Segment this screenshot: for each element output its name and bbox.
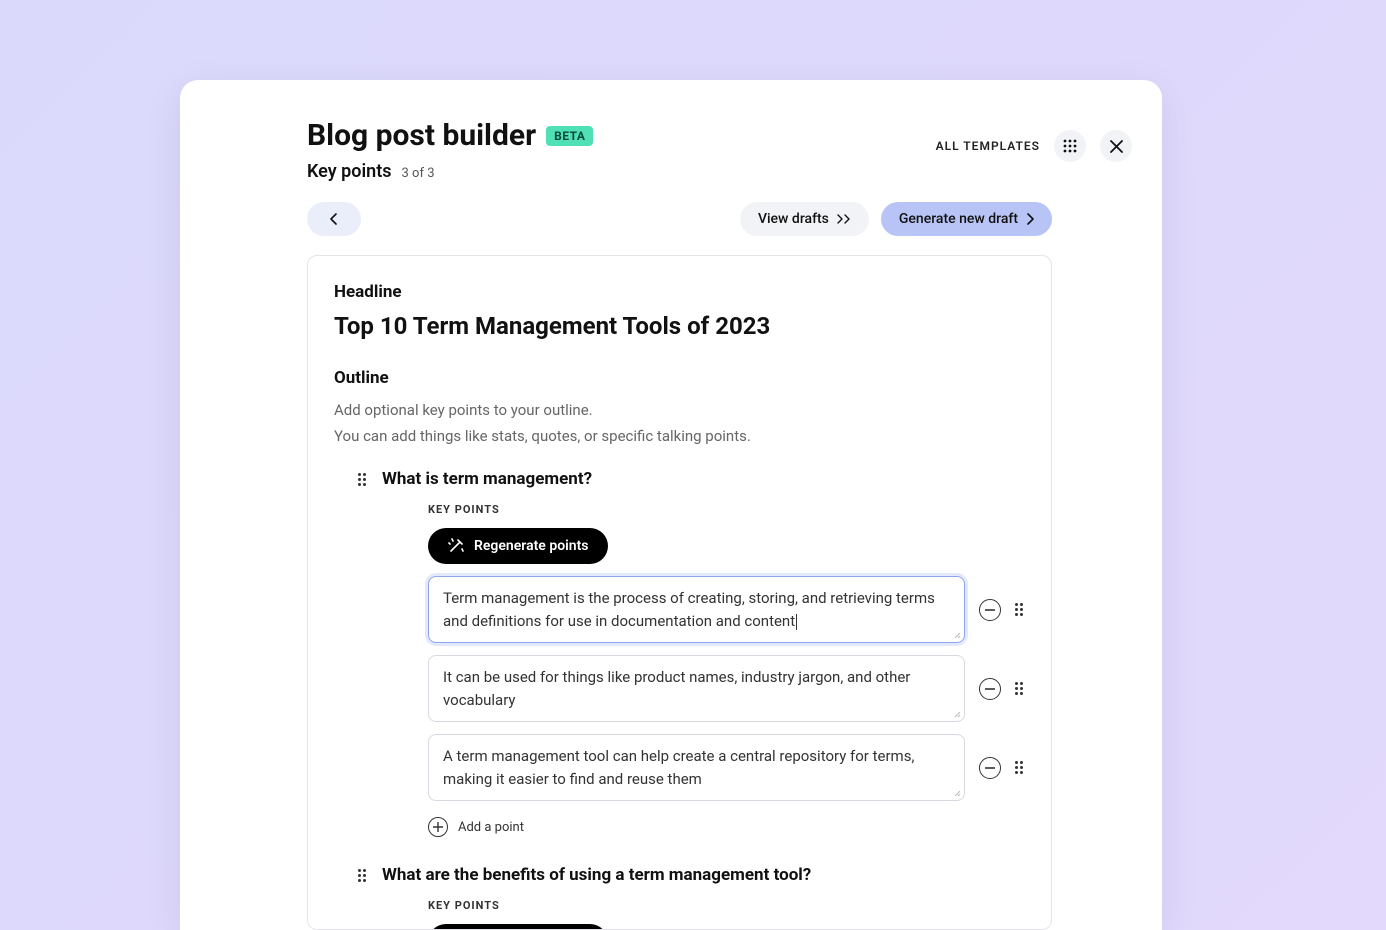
minus-icon	[985, 767, 995, 769]
key-point-row: It can be used for things like product n…	[428, 655, 1025, 722]
close-icon	[1110, 140, 1123, 153]
resize-grip-icon[interactable]	[951, 629, 961, 639]
double-chevron-right-icon	[837, 214, 851, 224]
add-point-button[interactable]: Add a point	[428, 817, 1025, 837]
generate-draft-button[interactable]: Generate new draft	[881, 202, 1052, 236]
key-point-text: It can be used for things like product n…	[443, 668, 910, 709]
remove-point-button[interactable]	[979, 599, 1001, 621]
drag-handle-icon[interactable]	[1015, 603, 1025, 616]
add-point-label: Add a point	[458, 820, 524, 835]
headline-label: Headline	[334, 282, 1025, 302]
drag-handle-icon[interactable]	[1015, 761, 1025, 774]
regenerate-points-button[interactable]: Regenerate points	[428, 528, 608, 564]
beta-badge: BETA	[546, 126, 593, 146]
headline-text[interactable]: Top 10 Term Management Tools of 2023	[334, 312, 1025, 340]
page-title: Blog post builder	[307, 118, 536, 153]
minus-icon	[985, 688, 995, 690]
outline-description-2: You can add things like stats, quotes, o…	[334, 424, 1025, 450]
grid-icon-button[interactable]	[1054, 130, 1086, 162]
outline-question[interactable]: What are the benefits of using a term ma…	[382, 865, 811, 885]
key-point-input[interactable]: It can be used for things like product n…	[428, 655, 965, 722]
step-counter: 3 of 3	[402, 166, 435, 181]
outline-label: Outline	[334, 368, 1025, 388]
remove-point-button[interactable]	[979, 757, 1001, 779]
wand-icon	[448, 538, 464, 554]
drag-handle-icon[interactable]	[1015, 682, 1025, 695]
view-drafts-label: View drafts	[758, 211, 829, 227]
close-button[interactable]	[1100, 130, 1132, 162]
key-point-row: A term management tool can help create a…	[428, 734, 1025, 801]
outline-question[interactable]: What is term management?	[382, 469, 592, 489]
page-subtitle: Key points	[307, 161, 392, 182]
key-points-label: KEY POINTS	[428, 503, 1025, 516]
remove-point-button[interactable]	[979, 678, 1001, 700]
outline-section: What are the benefits of using a term ma…	[334, 865, 1025, 930]
nav-back-button[interactable]	[307, 202, 361, 236]
chevron-left-icon	[330, 213, 338, 225]
view-drafts-button[interactable]: View drafts	[740, 202, 869, 236]
outline-description-1: Add optional key points to your outline.	[334, 398, 1025, 424]
resize-grip-icon[interactable]	[951, 787, 961, 797]
chevron-right-icon	[1026, 213, 1034, 225]
app-window: Blog post builder BETA Key points 3 of 3…	[180, 80, 1162, 930]
action-row: View drafts Generate new draft	[307, 202, 1052, 236]
key-point-row: Term management is the process of creati…	[428, 576, 1025, 643]
generate-draft-label: Generate new draft	[899, 211, 1018, 227]
resize-grip-icon[interactable]	[951, 708, 961, 718]
grid-icon	[1063, 139, 1077, 153]
plus-icon	[428, 817, 448, 837]
content-card: Headline Top 10 Term Management Tools of…	[307, 255, 1052, 930]
key-points-label: KEY POINTS	[428, 899, 1025, 912]
text-cursor	[796, 614, 797, 630]
drag-handle-icon[interactable]	[358, 473, 368, 486]
key-point-input[interactable]: A term management tool can help create a…	[428, 734, 965, 801]
key-point-text: A term management tool can help create a…	[443, 747, 914, 788]
regenerate-points-button[interactable]: Regenerate points	[428, 924, 608, 930]
drag-handle-icon[interactable]	[358, 869, 368, 882]
header-right: ALL TEMPLATES	[936, 130, 1132, 162]
key-point-input[interactable]: Term management is the process of creati…	[428, 576, 965, 643]
minus-icon	[985, 609, 995, 611]
all-templates-link[interactable]: ALL TEMPLATES	[936, 139, 1040, 153]
outline-section: What is term management? KEY POINTS Rege…	[334, 469, 1025, 837]
key-point-text: Term management is the process of creati…	[443, 589, 935, 630]
regenerate-label: Regenerate points	[474, 538, 588, 554]
